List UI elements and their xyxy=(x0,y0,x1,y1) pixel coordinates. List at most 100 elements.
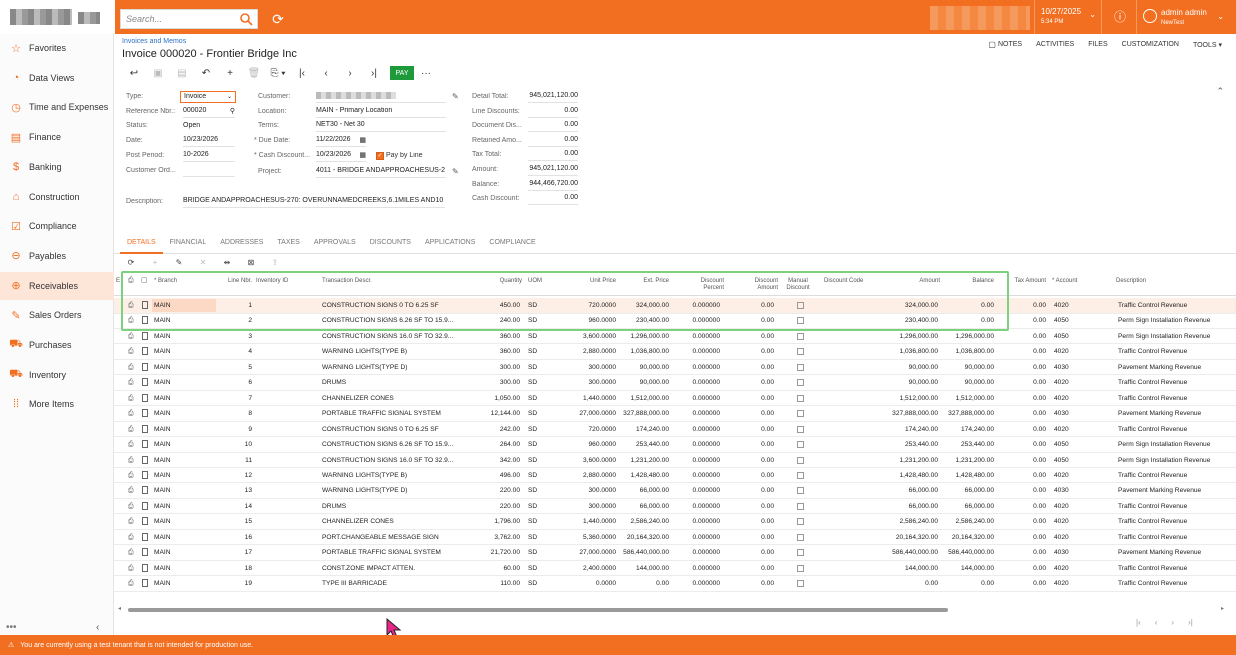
ext-price-cell[interactable]: 1,428,480.00 xyxy=(617,472,669,479)
manual-discount-checkbox[interactable] xyxy=(797,518,804,526)
next-page-icon[interactable]: › xyxy=(1171,618,1174,627)
grid-add-icon[interactable]: + xyxy=(146,258,164,270)
unit-price-cell[interactable]: 300.0000 xyxy=(564,487,616,494)
document-icon[interactable] xyxy=(142,393,148,402)
attachment-icon[interactable]: ⎙ xyxy=(128,518,134,526)
branch-cell[interactable]: MAIN xyxy=(154,487,214,494)
ext-price-cell[interactable]: 253,440.00 xyxy=(617,441,669,448)
edit-project-icon[interactable]: ✎ xyxy=(452,167,459,176)
branch-cell[interactable]: MAIN xyxy=(154,565,214,572)
account-cell[interactable]: 4050 xyxy=(1054,441,1084,448)
attachment-icon[interactable]: ⎙ xyxy=(128,333,134,341)
prev-page-icon[interactable]: ‹ xyxy=(1155,618,1158,627)
attachment-icon[interactable]: ⎙ xyxy=(128,487,134,495)
uom-cell[interactable]: SD xyxy=(528,487,552,494)
pay-button[interactable]: PAY xyxy=(390,66,414,80)
document-icon[interactable] xyxy=(142,331,148,340)
amount-cell[interactable]: 66,000.00 xyxy=(882,487,938,494)
manual-discount-checkbox[interactable] xyxy=(797,410,804,418)
files-link[interactable]: FILES xyxy=(1088,40,1107,49)
back-icon[interactable]: ↩ xyxy=(122,65,146,81)
account-cell[interactable]: 4030 xyxy=(1054,364,1084,371)
discount-amount-cell[interactable]: 0.00 xyxy=(732,534,774,541)
manual-discount-checkbox[interactable] xyxy=(797,441,804,449)
tax-amount-cell[interactable]: 0.00 xyxy=(1006,580,1046,587)
description-cell[interactable]: Pavement Marking Revenue xyxy=(1118,364,1234,371)
document-icon[interactable] xyxy=(142,347,148,356)
unit-price-cell[interactable]: 3,600.0000 xyxy=(564,457,616,464)
quantity-cell[interactable]: 300.00 xyxy=(474,379,520,386)
table-row[interactable]: ⎙ MAIN 6 DRUMS 300.00 SD 300.0000 90,000.00 0.00… xyxy=(114,375,1236,391)
table-row[interactable]: ⎙ MAIN 11 CONSTRUCTION SIGNS 16.0 SF TO 32.… xyxy=(114,453,1236,468)
table-row[interactable]: ⎙ MAIN 19 TYPE III BARRICADE 110.00 SD 0.0000 0… xyxy=(114,576,1236,592)
transaction-descr-cell[interactable]: CONSTRUCTION SIGNS 16.0 SF TO 32.9... xyxy=(322,333,470,340)
description-cell[interactable]: Traffic Control Revenue xyxy=(1118,580,1234,587)
date-field[interactable]: 10/23/2026 xyxy=(183,136,235,147)
description-cell[interactable]: Traffic Control Revenue xyxy=(1118,395,1234,402)
document-icon[interactable] xyxy=(142,409,148,418)
quantity-cell[interactable]: 220.00 xyxy=(474,487,520,494)
account-cell[interactable]: 4020 xyxy=(1054,565,1084,572)
sidebar-item-sales-orders[interactable]: ✎ Sales Orders xyxy=(0,301,114,329)
branch-cell[interactable]: MAIN xyxy=(154,410,214,417)
header-manual-discount[interactable]: Manual Discount xyxy=(782,278,814,292)
scrollbar-thumb[interactable] xyxy=(128,608,948,612)
scroll-right-icon[interactable]: ▸ xyxy=(1221,605,1224,612)
balance-cell[interactable]: 174,240.00 xyxy=(940,426,994,433)
balance-cell[interactable]: 0.00 xyxy=(940,302,994,309)
manual-discount-checkbox[interactable] xyxy=(797,394,804,402)
balance-cell[interactable]: 20,164,320.00 xyxy=(940,534,994,541)
grid-refresh-icon[interactable]: ⟳ xyxy=(122,258,140,270)
tax-amount-cell[interactable]: 0.00 xyxy=(1006,364,1046,371)
sidebar-item-finance[interactable]: ▤ Finance xyxy=(0,123,114,151)
calendar-icon[interactable]: ▦ xyxy=(359,151,366,159)
balance-cell[interactable]: 1,428,480.00 xyxy=(940,472,994,479)
uom-cell[interactable]: SD xyxy=(528,364,552,371)
discount-percent-cell[interactable]: 0.000000 xyxy=(674,302,720,309)
balance-cell[interactable]: 0.00 xyxy=(940,317,994,324)
transaction-descr-cell[interactable]: DRUMS xyxy=(322,503,470,510)
tax-amount-cell[interactable]: 0.00 xyxy=(1006,379,1046,386)
unit-price-cell[interactable]: 3,600.0000 xyxy=(564,333,616,340)
upload-icon[interactable]: ⇪ xyxy=(266,258,284,270)
table-row[interactable]: ⎙ MAIN 18 CONST.ZONE IMPACT ATTEN. 60.00 SD 2,… xyxy=(114,561,1236,577)
tax-amount-cell[interactable]: 0.00 xyxy=(1006,317,1046,324)
ext-price-cell[interactable]: 1,036,800.00 xyxy=(617,348,669,355)
ext-price-cell[interactable]: 66,000.00 xyxy=(617,487,669,494)
discount-amount-cell[interactable]: 0.00 xyxy=(732,317,774,324)
table-row[interactable]: ⎙ MAIN 15 CHANNELIZER CONES 1,796.00 SD 1,440.… xyxy=(114,514,1236,530)
manual-discount-checkbox[interactable] xyxy=(797,471,804,479)
line-nbr-cell[interactable]: 1 xyxy=(224,302,252,309)
discount-amount-cell[interactable]: 0.00 xyxy=(732,410,774,417)
ext-price-cell[interactable]: 66,000.00 xyxy=(617,503,669,510)
manual-discount-checkbox[interactable] xyxy=(797,332,804,340)
unit-price-cell[interactable]: 960.0000 xyxy=(564,441,616,448)
edit-customer-icon[interactable]: ✎ xyxy=(452,92,459,101)
discount-percent-cell[interactable]: 0.000000 xyxy=(674,487,720,494)
save-close-icon[interactable]: ▤ xyxy=(170,65,194,81)
description-cell[interactable]: Traffic Control Revenue xyxy=(1118,348,1234,355)
account-cell[interactable]: 4020 xyxy=(1054,580,1084,587)
branch-cell[interactable]: MAIN xyxy=(154,472,214,479)
tab-compliance[interactable]: COMPLIANCE xyxy=(482,236,542,254)
line-nbr-cell[interactable]: 19 xyxy=(224,580,252,587)
tax-amount-cell[interactable]: 0.00 xyxy=(1006,410,1046,417)
document-icon[interactable] xyxy=(142,301,148,309)
table-row[interactable]: ⎙ MAIN 17 PORTABLE TRAFFIC SIGNAL SYSTEM 21,… xyxy=(114,545,1236,561)
discount-amount-cell[interactable]: 0.00 xyxy=(732,549,774,556)
description-cell[interactable]: Pavement Marking Revenue xyxy=(1118,549,1234,556)
header-discount-amount[interactable]: Discount Amount xyxy=(738,278,778,292)
attachment-icon[interactable]: ⎙ xyxy=(128,317,134,325)
branch-cell[interactable]: MAIN xyxy=(154,441,214,448)
transaction-descr-cell[interactable]: WARNING LIGHTS(TYPE D) xyxy=(322,364,470,371)
sidebar-item-banking[interactable]: $ Banking xyxy=(0,153,114,181)
discount-amount-cell[interactable]: 0.00 xyxy=(732,333,774,340)
tax-amount-cell[interactable]: 0.00 xyxy=(1006,549,1046,556)
line-nbr-cell[interactable]: 7 xyxy=(224,395,252,402)
tax-amount-cell[interactable]: 0.00 xyxy=(1006,441,1046,448)
balance-cell[interactable]: 0.00 xyxy=(940,580,994,587)
account-cell[interactable]: 4020 xyxy=(1054,302,1084,309)
amount-cell[interactable]: 1,231,200.00 xyxy=(882,457,938,464)
tax-amount-cell[interactable]: 0.00 xyxy=(1006,534,1046,541)
branch-cell[interactable]: MAIN xyxy=(154,379,214,386)
